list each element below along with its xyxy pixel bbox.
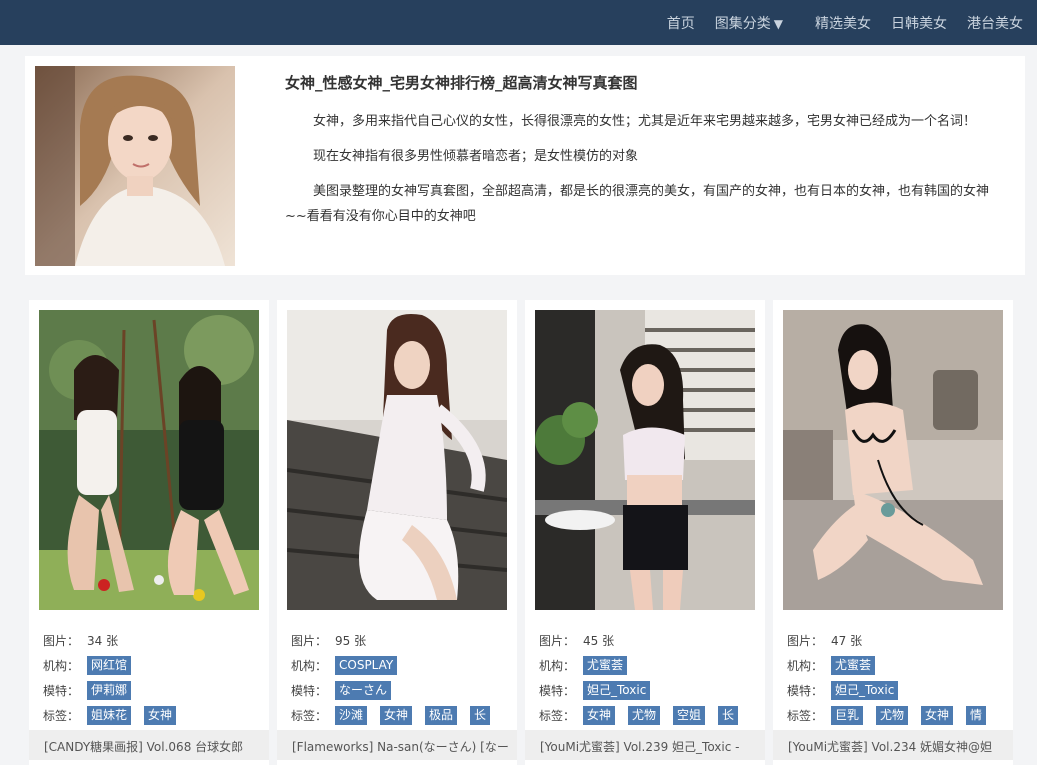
org-tag[interactable]: COSPLAY xyxy=(335,656,398,675)
pic-count: 34 张 xyxy=(87,634,119,648)
intro-paragraph: 现在女神指有很多男性倾慕者暗恋者；是女性模仿的对象 xyxy=(313,149,639,164)
org-tag[interactable]: 网红馆 xyxy=(87,656,132,675)
tag-link[interactable]: 空姐 xyxy=(673,706,706,725)
top-navbar: 首页 图集分类 ▼ 精选美女 日韩美女 港台美女 xyxy=(0,0,1037,45)
nav-jpkr-link[interactable]: 日韩美女 xyxy=(891,13,947,33)
tag-link[interactable]: 姐妹花 xyxy=(87,706,132,725)
pics-label: 图片： xyxy=(43,634,80,648)
gallery-meta: 图片： 45 张 机构： 尤蜜荟 模特： 妲己_Toxic 标签： 女神 尤物 空姐长 xyxy=(539,628,751,728)
model-label: 模特： xyxy=(291,684,328,698)
tag-link[interactable]: 女神 xyxy=(921,706,954,725)
gallery-meta: 图片： 34 张 机构： 网红馆 模特： 伊莉娜 标签： 姐妹花 女神 xyxy=(43,628,255,728)
model-label: 模特： xyxy=(787,684,824,698)
tags-label: 标签： xyxy=(291,709,328,723)
nav-categories-dropdown[interactable]: 图集分类 ▼ xyxy=(715,13,783,33)
gallery-title-link[interactable]: [CANDY糖果画报] Vol.068 台球女郎 xyxy=(29,730,269,760)
pic-count: 45 张 xyxy=(583,634,615,648)
tag-link[interactable]: 尤物 xyxy=(628,706,661,725)
org-tag[interactable]: 尤蜜荟 xyxy=(583,656,628,675)
tag-link[interactable]: 沙滩 xyxy=(335,706,368,725)
tag-link[interactable]: 长 xyxy=(718,706,739,725)
model-tag[interactable]: 妲己_Toxic xyxy=(583,681,651,700)
gallery-thumbnail[interactable] xyxy=(783,310,1003,610)
gallery-title-link[interactable]: [YouMi尤蜜荟] Vol.234 妩媚女神@妲 xyxy=(773,730,1013,760)
gallery-card[interactable]: 图片： 45 张 机构： 尤蜜荟 模特： 妲己_Toxic 标签： 女神 尤物 空姐长 [Y… xyxy=(525,300,765,765)
intro-photo xyxy=(35,66,235,266)
gallery-title-link[interactable]: [Flameworks] Na-san(なーさん) [なー xyxy=(277,730,517,760)
tags-label: 标签： xyxy=(43,709,80,723)
gallery-thumbnail[interactable] xyxy=(39,310,259,610)
gallery-card[interactable]: 图片： 95 张 机构： COSPLAY 模特： なーさん 标签： 沙滩 女神 极品长 [F… xyxy=(277,300,517,765)
tag-link[interactable]: 情 xyxy=(966,706,987,725)
org-label: 机构： xyxy=(539,659,576,673)
tag-link[interactable]: 女神 xyxy=(144,706,177,725)
intro-text: 女神_性感女神_宅男女神排行榜_超高清女神写真套图 女神，多用来指代自己心仪的女… xyxy=(285,72,993,239)
gallery-card[interactable]: 图片： 47 张 机构： 尤蜜荟 模特： 妲己_Toxic 标签： 巨乳 尤物 女神情 [Y… xyxy=(773,300,1013,765)
page-title: 女神_性感女神_宅男女神排行榜_超高清女神写真套图 xyxy=(285,74,638,92)
nav-categories-label: 图集分类 xyxy=(714,15,771,32)
pics-label: 图片： xyxy=(539,634,576,648)
pics-label: 图片： xyxy=(787,634,824,648)
tag-link[interactable]: 尤物 xyxy=(876,706,909,725)
tags-label: 标签： xyxy=(787,709,824,723)
intro-paragraph: 美图录整理的女神写真套图，全部超高清，都是长的很漂亮的美女，有国产的女神，也有日… xyxy=(285,184,990,224)
gallery-card[interactable]: 图片： 34 张 机构： 网红馆 模特： 伊莉娜 标签： 姐妹花 女神 [CANDY糖果画… xyxy=(29,300,269,765)
pic-count: 95 张 xyxy=(335,634,367,648)
model-tag[interactable]: なーさん xyxy=(335,681,392,700)
gallery-meta: 图片： 47 张 机构： 尤蜜荟 模特： 妲己_Toxic 标签： 巨乳 尤物 女神情 xyxy=(787,628,999,728)
model-label: 模特： xyxy=(43,684,80,698)
org-label: 机构： xyxy=(291,659,328,673)
org-label: 机构： xyxy=(43,659,80,673)
model-label: 模特： xyxy=(539,684,576,698)
tag-link[interactable]: 长 xyxy=(470,706,491,725)
model-tag[interactable]: 伊莉娜 xyxy=(87,681,132,700)
tag-link[interactable]: 极品 xyxy=(425,706,458,725)
tags-label: 标签： xyxy=(539,709,576,723)
nav-featured-link[interactable]: 精选美女 xyxy=(815,13,871,33)
gallery-title-link[interactable]: [YouMi尤蜜荟] Vol.239 妲己_Toxic - xyxy=(525,730,765,760)
model-tag[interactable]: 妲己_Toxic xyxy=(831,681,899,700)
nav-home-link[interactable]: 首页 xyxy=(667,13,695,33)
tag-link[interactable]: 女神 xyxy=(583,706,616,725)
gallery-thumbnail[interactable] xyxy=(287,310,507,610)
chevron-down-icon: ▼ xyxy=(773,16,783,31)
intro-paragraph: 女神，多用来指代自己心仪的女性，长得很漂亮的女性；尤其是近年来宅男越来越多，宅男… xyxy=(313,114,977,129)
tag-link[interactable]: 巨乳 xyxy=(831,706,864,725)
gallery-meta: 图片： 95 张 机构： COSPLAY 模特： なーさん 标签： 沙滩 女神 极品长 xyxy=(291,628,503,728)
category-intro: 女神_性感女神_宅男女神排行榜_超高清女神写真套图 女神，多用来指代自己心仪的女… xyxy=(25,56,1025,275)
org-label: 机构： xyxy=(787,659,824,673)
pic-count: 47 张 xyxy=(831,634,863,648)
tag-link[interactable]: 女神 xyxy=(380,706,413,725)
gallery-thumbnail[interactable] xyxy=(535,310,755,610)
pics-label: 图片： xyxy=(291,634,328,648)
nav-hktw-link[interactable]: 港台美女 xyxy=(967,13,1023,33)
org-tag[interactable]: 尤蜜荟 xyxy=(831,656,876,675)
main-nav: 首页 图集分类 ▼ 精选美女 日韩美女 港台美女 xyxy=(647,0,1023,45)
